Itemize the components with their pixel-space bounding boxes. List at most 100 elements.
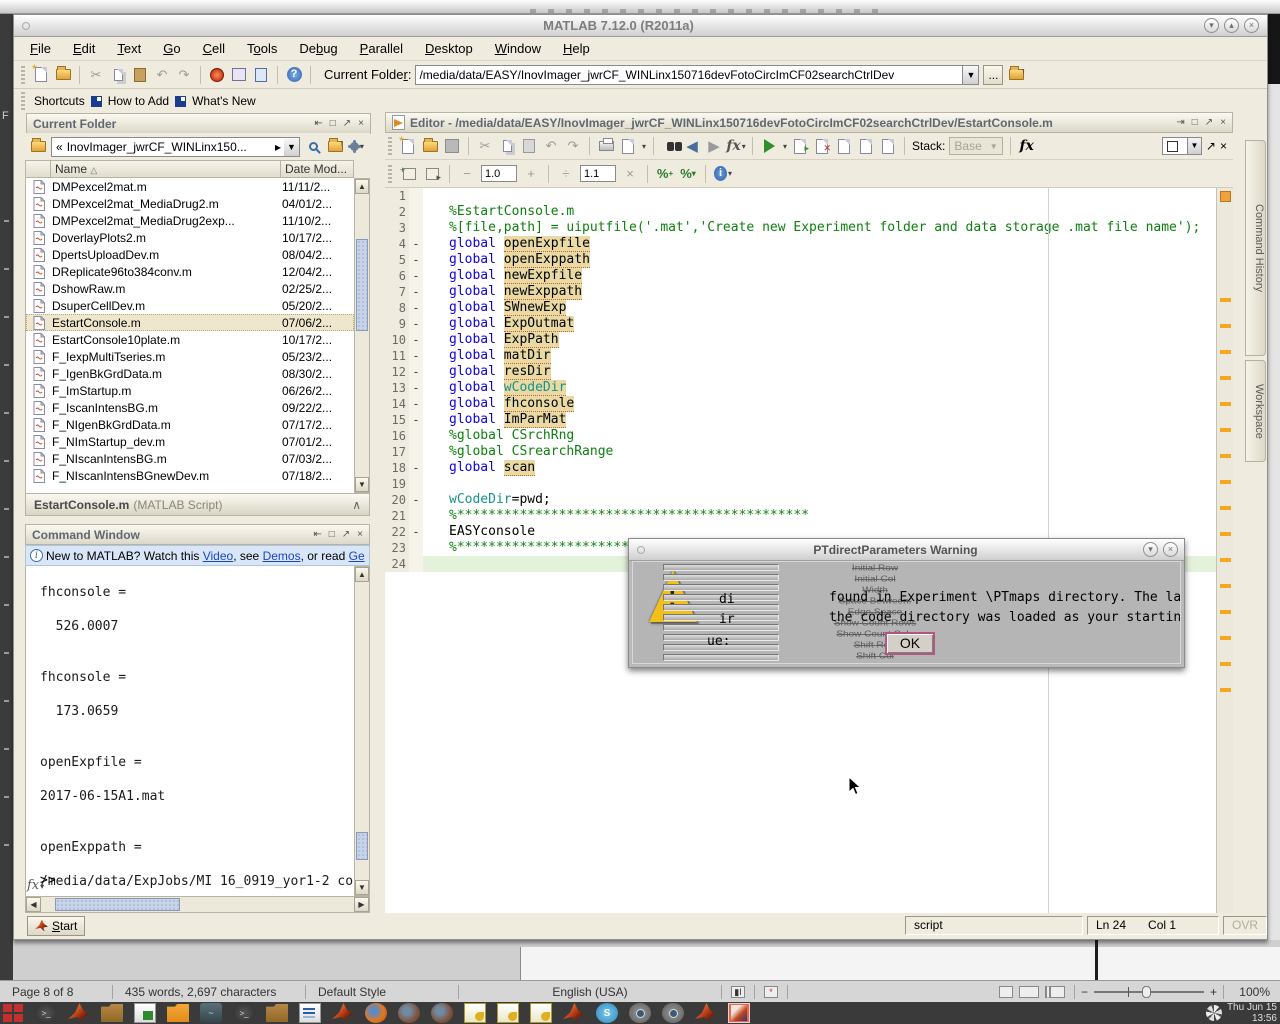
cell-value-1-input[interactable] xyxy=(481,165,517,182)
dialog-titlebar[interactable]: PTdirectParameters Warning ▾ × xyxy=(629,539,1184,561)
executable-marker[interactable] xyxy=(409,188,423,204)
document-modified-icon[interactable]: * xyxy=(764,986,778,998)
executable-marker[interactable] xyxy=(409,204,423,220)
executable-marker[interactable]: - xyxy=(409,460,423,476)
file-list-item[interactable]: F_NIscanIntensBGnewDev.m 07/18/2... xyxy=(26,467,354,484)
matlab-icon-4[interactable] xyxy=(695,1003,717,1023)
redo-icon[interactable]: ↷ xyxy=(564,137,582,155)
code-line[interactable]: 16 %global CSrchRng xyxy=(385,428,1233,444)
zoom-percent[interactable]: 100% xyxy=(1230,985,1276,999)
scrollbar-thumb[interactable] xyxy=(55,898,180,911)
executable-marker[interactable]: - xyxy=(409,524,423,540)
mlint-warning-marker[interactable] xyxy=(1220,376,1231,380)
breadcrumb-dropdown-icon[interactable]: ▼ xyxy=(284,137,300,157)
dialog-close-button[interactable]: × xyxy=(1163,542,1178,557)
terminal-icon[interactable]: >_ xyxy=(35,1003,57,1023)
shortcut-whats-new[interactable]: What's New xyxy=(192,94,256,108)
percent-minus-icon[interactable]: %▾ xyxy=(679,165,697,183)
code-line[interactable]: 20 - wCodeDir=pwd; xyxy=(385,492,1233,508)
toolbar-handle[interactable] xyxy=(388,165,392,183)
command-window-header[interactable]: Command Window ⇤ □ ↗ × xyxy=(25,524,370,545)
shade-button[interactable]: ▾ xyxy=(1204,18,1219,33)
executable-marker[interactable]: - xyxy=(409,284,423,300)
shortcuts-handle[interactable] xyxy=(21,92,25,110)
save-icon[interactable] xyxy=(443,137,461,155)
zoom-in-icon[interactable]: + xyxy=(1210,985,1217,999)
matlab-titlebar[interactable]: MATLAB 7.12.0 (R2011a) ▾ ▴ × xyxy=(14,15,1267,37)
scroll-right-icon[interactable]: ▶ xyxy=(354,897,369,912)
profiler-icon[interactable] xyxy=(252,66,270,84)
code-line[interactable]: 4 - global openExpfile xyxy=(385,236,1233,252)
undo-icon[interactable]: ↶ xyxy=(153,66,171,84)
terminal-icon-2[interactable]: >_ xyxy=(233,1003,255,1023)
folder-orange-icon[interactable] xyxy=(167,1003,189,1023)
menu-help[interactable]: Help xyxy=(563,41,590,56)
zoom-slider[interactable] xyxy=(1094,991,1204,993)
executable-marker[interactable]: - xyxy=(409,252,423,268)
code-line[interactable]: 1 xyxy=(385,188,1233,204)
selection-mode-icon[interactable]: ▮I xyxy=(731,986,745,998)
mlint-warning-marker[interactable] xyxy=(1220,662,1231,666)
guide-icon[interactable] xyxy=(230,66,248,84)
start-button[interactable]: Start xyxy=(27,916,85,936)
text-language[interactable]: English (USA) xyxy=(465,985,715,999)
console-hscrollbar[interactable]: ◀ ▶ xyxy=(25,896,370,913)
executable-marker[interactable]: - xyxy=(409,268,423,284)
maximize-button[interactable]: ▴ xyxy=(1224,18,1239,33)
close-editor-icon[interactable]: × xyxy=(1220,139,1227,153)
zoom-out-icon[interactable]: − xyxy=(1081,985,1088,999)
code-line[interactable]: 5 - global openExppath xyxy=(385,252,1233,268)
close-panel-icon[interactable]: × xyxy=(358,118,364,129)
actions-gear-icon[interactable]: ▾ xyxy=(348,138,366,156)
file-list-item[interactable]: F_IgenBkGrdData.m 08/30/2... xyxy=(26,365,354,382)
executable-marker[interactable]: - xyxy=(409,332,423,348)
code-line[interactable]: 7 - global newExppath xyxy=(385,284,1233,300)
multiply-value-icon[interactable]: × xyxy=(621,165,639,183)
file-list-item[interactable]: DpertsUploadDev.m 08/04/2... xyxy=(26,246,354,263)
mlint-warning-marker[interactable] xyxy=(1220,454,1231,458)
fx-gutter-icon[interactable]: fx▾ xyxy=(27,878,44,893)
undock-icon[interactable]: ↗ xyxy=(1205,117,1213,128)
page-count[interactable]: Page 8 of 8 xyxy=(6,985,106,999)
up-one-level-icon[interactable]: ↑ xyxy=(326,138,344,156)
code-line[interactable]: 2 %EstartConsole.m xyxy=(385,204,1233,220)
cell-value-2-input[interactable] xyxy=(580,165,616,182)
scroll-left-icon[interactable]: ◀ xyxy=(26,897,41,912)
toolbar-handle[interactable] xyxy=(21,66,25,84)
mlint-warning-marker[interactable] xyxy=(1220,636,1231,640)
scroll-down-icon[interactable]: ▼ xyxy=(355,880,369,895)
executable-marker[interactable]: - xyxy=(409,380,423,396)
file-list-item[interactable]: F_NImStartup_dev.m 07/01/2... xyxy=(26,433,354,450)
dialog-menu-icon[interactable] xyxy=(637,546,645,554)
insert-section-icon[interactable] xyxy=(835,137,853,155)
undock-icon[interactable]: ↗ xyxy=(342,529,350,540)
help-icon[interactable]: ? xyxy=(285,66,303,84)
menu-debug[interactable]: Debug xyxy=(299,41,337,56)
multi-page-view-icon[interactable] xyxy=(1019,986,1039,998)
libreoffice-calc-icon[interactable] xyxy=(134,1003,156,1023)
word-count[interactable]: 435 words, 2,697 characters xyxy=(119,985,299,999)
code-line[interactable]: 8 - global SWnewExp xyxy=(385,300,1233,316)
decrease-indent-icon[interactable] xyxy=(879,137,897,155)
folder-icon-2[interactable] xyxy=(266,1003,288,1023)
print-icon[interactable] xyxy=(597,137,615,155)
current-folder-input[interactable]: /media/data/EASY/InovImager_jwrCF_WINLin… xyxy=(415,65,963,85)
menu-tools[interactable]: Tools xyxy=(247,41,277,56)
mlint-warning-marker[interactable] xyxy=(1220,506,1231,510)
open-file-icon[interactable] xyxy=(421,137,439,155)
file-list-item[interactable]: DsuperCellDev.m 05/20/2... xyxy=(26,297,354,314)
file-list-item[interactable]: F_NIscanIntensBG.m 07/03/2... xyxy=(26,450,354,467)
code-line[interactable]: 9 - global ExpOutmat xyxy=(385,316,1233,332)
percent-plus-icon[interactable]: %+ xyxy=(656,165,674,183)
new-file-icon[interactable] xyxy=(399,137,417,155)
file-list-item[interactable]: DMPexcel2mat_MediaDrug2exp... 11/10/2... xyxy=(26,212,354,229)
maximize-panel-icon[interactable]: □ xyxy=(329,529,335,540)
scroll-down-icon[interactable]: ▼ xyxy=(355,477,369,492)
fx-icon[interactable]: fx xyxy=(1018,137,1036,155)
dock-icon[interactable]: ⇥ xyxy=(1176,117,1184,128)
mlint-strip[interactable] xyxy=(1216,188,1233,913)
dock-icon[interactable]: ⇤ xyxy=(314,118,322,129)
up-folder-icon[interactable]: ↑ xyxy=(1007,66,1025,84)
paint-app-icon[interactable]: ~ xyxy=(200,1003,222,1023)
print-preview-icon[interactable] xyxy=(619,137,637,155)
